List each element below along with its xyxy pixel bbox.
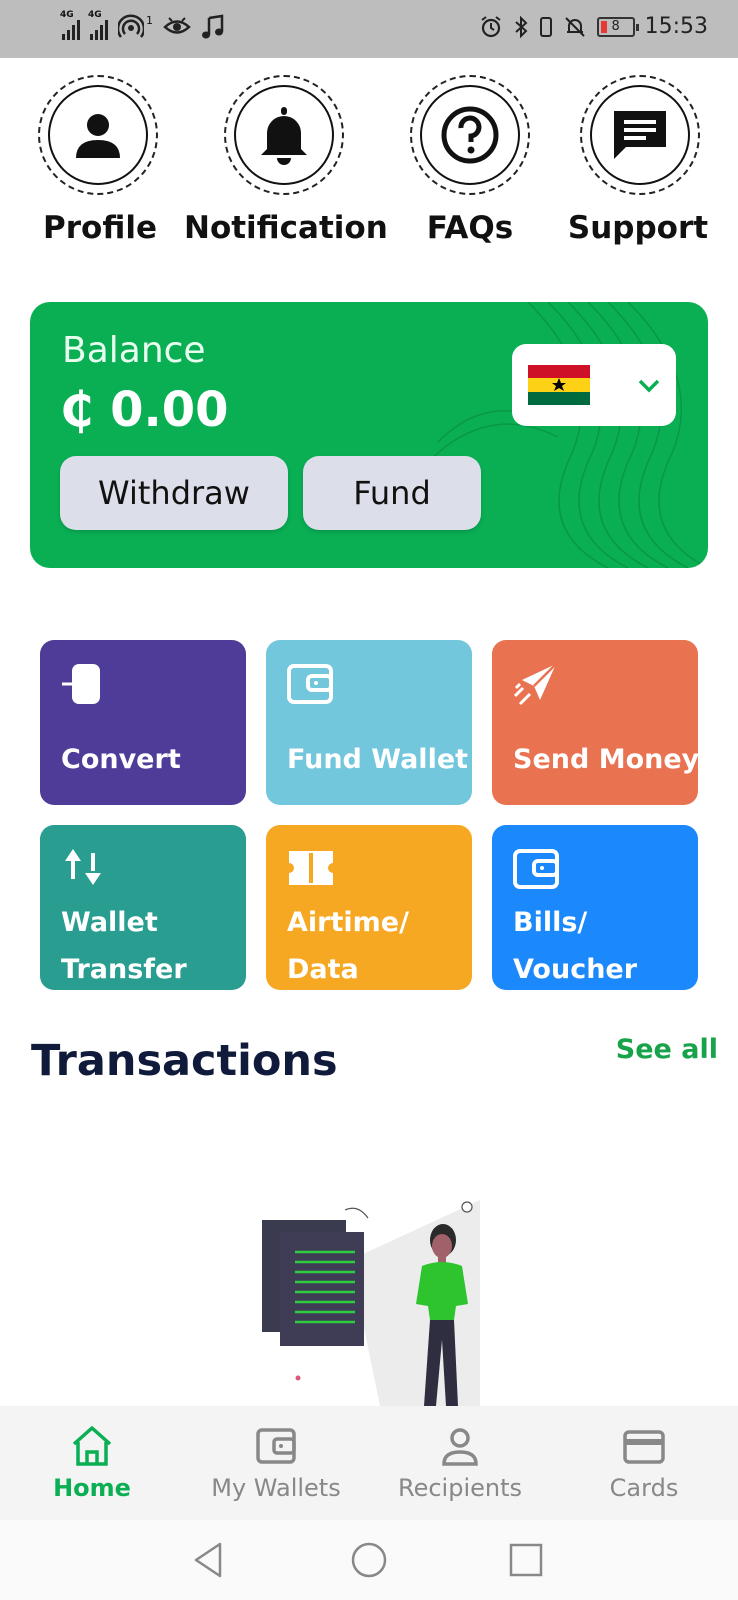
nav-cards[interactable]: Cards <box>552 1416 736 1516</box>
airtime-label-1: Airtime/ <box>287 907 409 938</box>
ghana-flag-icon <box>528 365 590 405</box>
bottom-navigation: Home My Wallets Recipients Cards <box>0 1406 738 1520</box>
transfer-arrows-icon <box>65 849 101 885</box>
mute-bell-icon <box>564 16 585 37</box>
faqs-button[interactable] <box>410 75 530 195</box>
alarm-icon <box>480 15 501 37</box>
nav-my-wallets-label: My Wallets <box>211 1474 341 1502</box>
wallet-transfer-tile[interactable]: Wallet Transfer <box>40 825 246 990</box>
support-label[interactable]: Support <box>538 210 738 246</box>
transactions-title: Transactions <box>31 1036 338 1086</box>
battery-icon: 8 <box>596 16 639 37</box>
airtime-data-tile[interactable]: Airtime/ Data <box>266 825 472 990</box>
question-icon <box>441 106 499 164</box>
chevron-down-icon <box>638 379 660 393</box>
music-note-icon <box>202 14 224 39</box>
card-icon <box>623 1430 665 1464</box>
wallet-icon <box>256 1428 296 1464</box>
bills-voucher-tile[interactable]: Bills/ Voucher <box>492 825 698 990</box>
status-bar: 4G 4G 1 8 15:53 <box>0 0 738 58</box>
fund-wallet-label: Fund Wallet <box>287 744 469 775</box>
wallet-icon <box>513 849 559 889</box>
nav-cards-label: Cards <box>609 1474 679 1502</box>
empty-transactions-illustration <box>262 1200 480 1406</box>
paper-plane-icon <box>513 663 557 706</box>
system-navigation-bar <box>0 1520 738 1600</box>
notification-button[interactable] <box>224 75 344 195</box>
currency-selector[interactable] <box>512 344 676 426</box>
nav-my-wallets[interactable]: My Wallets <box>184 1416 368 1516</box>
signal-icon: 4G <box>88 10 108 40</box>
vibrate-icon <box>539 16 552 37</box>
signal-icon: 4G <box>60 10 80 40</box>
send-money-label: Send Money <box>513 744 700 775</box>
convert-label: Convert <box>61 744 181 775</box>
bluetooth-icon <box>514 15 528 38</box>
home-circle-icon[interactable] <box>349 1540 389 1580</box>
wallet-transfer-label-2: Transfer <box>61 954 187 985</box>
convert-tile[interactable]: Convert <box>40 640 246 805</box>
ticket-icon <box>289 851 333 885</box>
fund-wallet-tile[interactable]: Fund Wallet <box>266 640 472 805</box>
fund-button[interactable]: Fund <box>303 456 481 530</box>
nav-home[interactable]: Home <box>0 1416 184 1516</box>
airtime-label-2: Data <box>287 954 359 985</box>
profile-button[interactable] <box>38 75 158 195</box>
balance-label: Balance <box>62 330 206 371</box>
nav-recipients[interactable]: Recipients <box>368 1416 552 1516</box>
chat-icon <box>614 111 666 159</box>
bills-label-1: Bills/ <box>513 907 588 938</box>
convert-icon <box>62 664 100 704</box>
hotspot-icon <box>118 14 144 38</box>
nav-home-label: Home <box>53 1474 131 1502</box>
support-button[interactable] <box>580 75 700 195</box>
clock: 15:53 <box>644 14 708 39</box>
nav-recipients-label: Recipients <box>397 1474 523 1502</box>
notification-count: 1 <box>146 13 153 27</box>
profile-label[interactable]: Profile <box>0 210 200 246</box>
see-all-link[interactable]: See all <box>616 1034 718 1065</box>
person-icon <box>442 1428 478 1466</box>
status-left: 4G 4G 1 <box>60 10 225 40</box>
status-right: 8 15:53 <box>479 14 708 39</box>
send-money-tile[interactable]: Send Money <box>492 640 700 805</box>
balance-card: Balance ₵ 0.00 Withdraw Fund <box>30 302 708 568</box>
person-icon <box>76 114 120 158</box>
balance-amount: ₵ 0.00 <box>60 382 229 438</box>
bell-icon <box>261 107 307 165</box>
wallet-transfer-label-1: Wallet <box>61 907 158 938</box>
wallet-icon <box>287 664 333 704</box>
home-icon <box>72 1426 112 1466</box>
recents-square-icon[interactable] <box>506 1540 546 1580</box>
withdraw-button[interactable]: Withdraw <box>60 456 288 530</box>
bills-label-2: Voucher <box>513 954 638 985</box>
back-icon[interactable] <box>190 1540 230 1580</box>
eye-icon <box>163 17 191 34</box>
notification-label[interactable]: Notification <box>184 210 388 246</box>
